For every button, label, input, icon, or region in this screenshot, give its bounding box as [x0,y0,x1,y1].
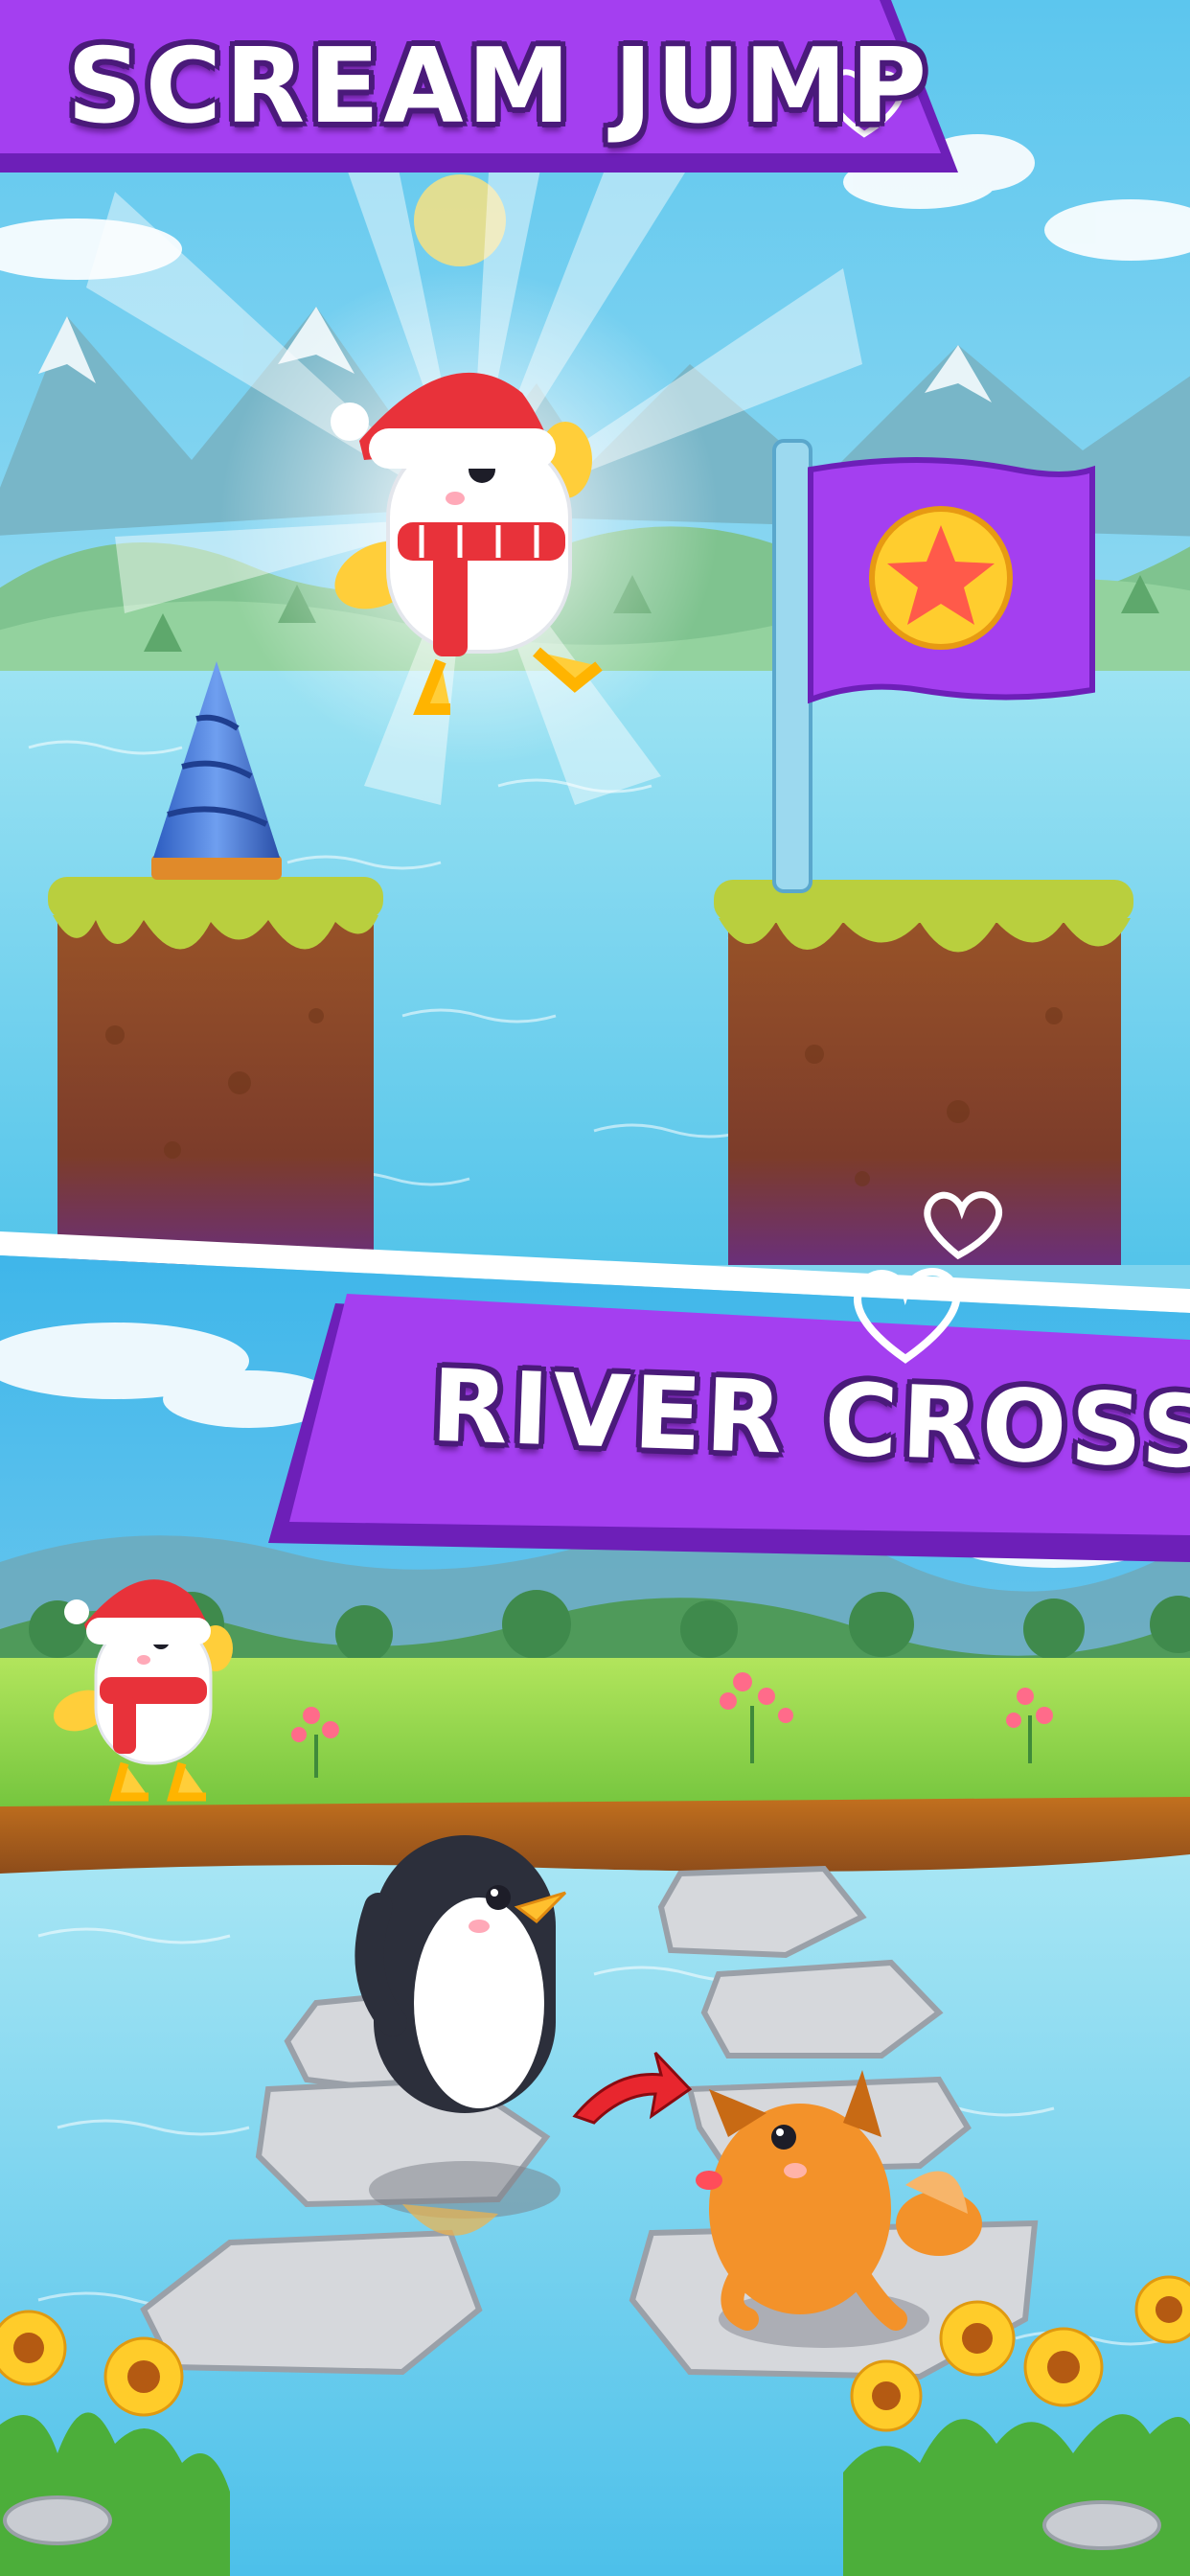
left-grass-pillar [48,877,383,1265]
scream-jump-background [0,0,1190,1265]
scream-jump-banner: SCREAM JUMP [0,0,968,182]
banner-title-scream-jump: SCREAM JUMP [67,27,931,147]
right-grass-pillar [714,880,1133,1265]
penguin-character [355,1835,567,2236]
scream-jump-scene [0,0,1190,1265]
river-cross-banner: RIVER CROSS [268,1284,1190,1562]
river-bank [0,1797,1190,1878]
stepping-stone [700,1959,944,2058]
